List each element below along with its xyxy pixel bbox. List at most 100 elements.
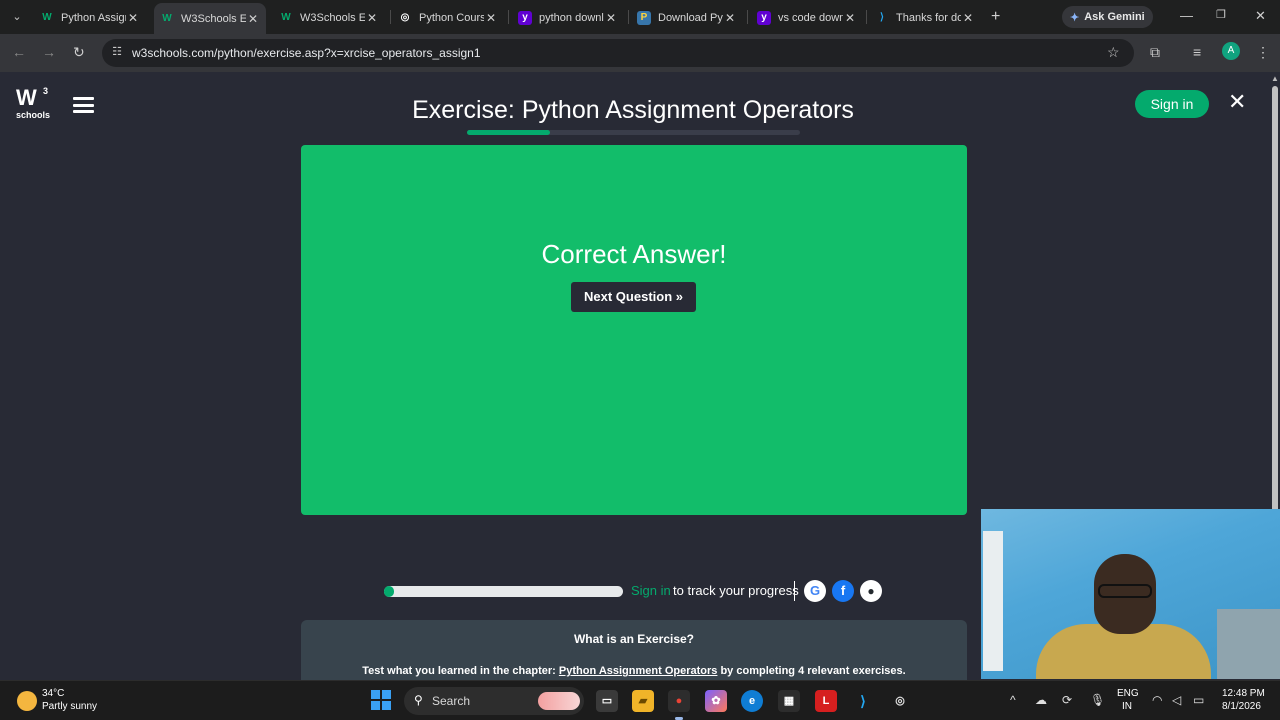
wifi-icon[interactable]: ◠ bbox=[1152, 693, 1162, 707]
search-icon: ⚲ bbox=[414, 693, 423, 707]
scroll-up-icon[interactable]: ▲ bbox=[1271, 74, 1279, 83]
clock-date[interactable]: 8/1/2026 bbox=[1222, 701, 1261, 712]
reload-icon[interactable]: ↻ bbox=[73, 44, 85, 61]
volume-icon[interactable]: ◁ bbox=[1172, 693, 1181, 707]
tab-download-python[interactable]: P Download Python ✕ bbox=[631, 5, 743, 30]
forward-arrow-icon[interactable]: → bbox=[42, 44, 56, 60]
tab-close-icon[interactable]: ✕ bbox=[843, 11, 857, 25]
info-text: Test what you learned in the chapter: Py… bbox=[301, 665, 967, 677]
divider bbox=[794, 581, 795, 601]
minimize-icon[interactable]: — bbox=[1180, 8, 1193, 23]
windows-start-icon[interactable] bbox=[371, 690, 391, 710]
copilot-icon[interactable]: ✿ bbox=[705, 690, 727, 712]
webcam-background-shelf bbox=[1217, 609, 1280, 679]
track-sign-in-link[interactable]: Sign in bbox=[631, 583, 671, 598]
chapter-link[interactable]: Python Assignment Operators bbox=[559, 665, 718, 677]
info-heading: What is an Exercise? bbox=[573, 632, 695, 646]
tab-title: Python Course bbox=[419, 11, 484, 24]
tab-w3schools-exercise-active[interactable]: W W3Schools Exercise ✕ bbox=[154, 3, 266, 34]
battery-icon[interactable]: ▭ bbox=[1193, 693, 1204, 707]
tab-w3schools-exercise[interactable]: W W3Schools Exercise ✕ bbox=[273, 5, 385, 30]
browser-toolbar: ← → ↻ ☷ w3schools.com/python/exercise.as… bbox=[0, 34, 1280, 72]
task-view-icon[interactable]: ▭ bbox=[596, 690, 618, 712]
weather-temperature[interactable]: 34°C bbox=[42, 688, 64, 699]
ask-gemini-label: Ask Gemini bbox=[1084, 11, 1145, 23]
sync-icon[interactable]: ⟳ bbox=[1062, 693, 1072, 707]
tab-close-icon[interactable]: ✕ bbox=[484, 11, 498, 25]
openai-app-icon[interactable]: ◎ bbox=[889, 690, 911, 712]
close-exercise-icon[interactable]: ✕ bbox=[1228, 90, 1246, 114]
bookmark-star-icon[interactable]: ☆ bbox=[1107, 44, 1120, 61]
tab-close-icon[interactable]: ✕ bbox=[246, 12, 260, 26]
w3schools-favicon-icon: W bbox=[42, 11, 52, 23]
tab-close-icon[interactable]: ✕ bbox=[604, 11, 618, 25]
tab-title: Download Python bbox=[658, 11, 723, 24]
reading-list-icon[interactable]: ≡ bbox=[1193, 44, 1201, 60]
w3schools-favicon-icon: W bbox=[281, 11, 291, 23]
facebook-icon[interactable]: f bbox=[832, 580, 854, 602]
new-tab-button[interactable]: + bbox=[991, 8, 1000, 26]
tab-title: python download bbox=[539, 11, 604, 24]
tab-python-download[interactable]: y python download ✕ bbox=[512, 5, 624, 30]
address-bar[interactable]: ☷ w3schools.com/python/exercise.asp?x=xr… bbox=[102, 39, 1134, 67]
edge-icon[interactable]: e bbox=[741, 690, 763, 712]
tab-title: Thanks for downloading bbox=[896, 11, 961, 24]
onedrive-icon[interactable]: ☁ bbox=[1035, 693, 1047, 707]
vscode-icon[interactable]: ⟩ bbox=[852, 690, 874, 712]
profile-avatar[interactable]: A bbox=[1222, 42, 1240, 60]
tab-separator bbox=[628, 10, 629, 24]
sign-in-button[interactable]: Sign in bbox=[1135, 90, 1209, 118]
tab-title: Python Assignment bbox=[61, 11, 126, 24]
track-progress-fill bbox=[384, 586, 394, 597]
tab-python-assignment[interactable]: W Python Assignment ✕ bbox=[34, 5, 146, 30]
page-title: Exercise: Python Assignment Operators bbox=[412, 96, 854, 124]
clock-time[interactable]: 12:48 PM bbox=[1222, 688, 1265, 699]
tray-overflow-chevron-icon[interactable]: ^ bbox=[1010, 693, 1016, 707]
google-icon[interactable]: G bbox=[804, 580, 826, 602]
tab-separator bbox=[747, 10, 748, 24]
site-info-icon[interactable]: ☷ bbox=[110, 45, 124, 59]
answer-result-panel: Correct Answer! Next Question » bbox=[301, 145, 967, 515]
tab-separator bbox=[508, 10, 509, 24]
microsoft-store-icon[interactable]: ▦ bbox=[778, 690, 800, 712]
back-arrow-icon[interactable]: ← bbox=[12, 44, 26, 60]
chrome-icon[interactable]: ● bbox=[668, 690, 690, 720]
tab-search-dropdown-icon[interactable]: ⌄ bbox=[8, 8, 26, 26]
next-question-button[interactable]: Next Question » bbox=[571, 282, 696, 312]
microphone-icon[interactable]: 🎙 bbox=[1090, 693, 1105, 707]
vscode-favicon-icon: ⟩ bbox=[880, 11, 884, 23]
search-label: Search bbox=[432, 694, 471, 708]
weather-description[interactable]: Partly sunny bbox=[42, 701, 97, 712]
tab-close-icon[interactable]: ✕ bbox=[961, 11, 975, 25]
openai-favicon-icon: ◎ bbox=[400, 11, 410, 23]
tab-separator bbox=[866, 10, 867, 24]
github-icon[interactable]: ● bbox=[860, 580, 882, 602]
tab-close-icon[interactable]: ✕ bbox=[723, 11, 737, 25]
w3schools-favicon-icon: W bbox=[162, 12, 172, 24]
taskbar-search-box[interactable]: ⚲ Search bbox=[404, 687, 584, 715]
correct-answer-message: Correct Answer! bbox=[541, 239, 727, 269]
tab-thanks-for-downloading[interactable]: ⟩ Thanks for downloading ✕ bbox=[869, 5, 981, 30]
yahoo-favicon-icon: y bbox=[518, 10, 532, 25]
restore-icon[interactable]: ❐ bbox=[1216, 8, 1226, 21]
lenovo-app-icon[interactable]: L bbox=[815, 690, 837, 712]
yahoo-favicon-icon: y bbox=[757, 10, 771, 25]
weather-sun-icon[interactable] bbox=[17, 691, 37, 711]
tab-close-icon[interactable]: ✕ bbox=[365, 11, 379, 25]
ask-gemini-button[interactable]: ✦ Ask Gemini bbox=[1062, 6, 1153, 28]
exercise-progress-fill bbox=[467, 130, 551, 135]
tab-close-icon[interactable]: ✕ bbox=[126, 11, 140, 25]
region-indicator[interactable]: IN bbox=[1122, 701, 1132, 712]
extensions-icon[interactable]: ⧉ bbox=[1150, 44, 1160, 61]
webcam-background-door bbox=[983, 531, 1003, 671]
tab-vs-code-download[interactable]: y vs code download ✕ bbox=[751, 5, 863, 30]
url-text[interactable]: w3schools.com/python/exercise.asp?x=xrci… bbox=[132, 46, 481, 60]
more-menu-icon[interactable]: ⋮ bbox=[1256, 44, 1270, 61]
search-highlight-icon bbox=[538, 692, 580, 710]
file-explorer-icon[interactable]: ▰ bbox=[632, 690, 654, 712]
language-indicator[interactable]: ENG bbox=[1117, 688, 1139, 699]
webcam-person-glasses bbox=[1098, 584, 1152, 598]
tab-python-course[interactable]: ◎ Python Course ✕ bbox=[392, 5, 504, 30]
window-close-icon[interactable]: ✕ bbox=[1255, 8, 1266, 24]
tab-title: W3Schools Exercise bbox=[181, 12, 246, 25]
